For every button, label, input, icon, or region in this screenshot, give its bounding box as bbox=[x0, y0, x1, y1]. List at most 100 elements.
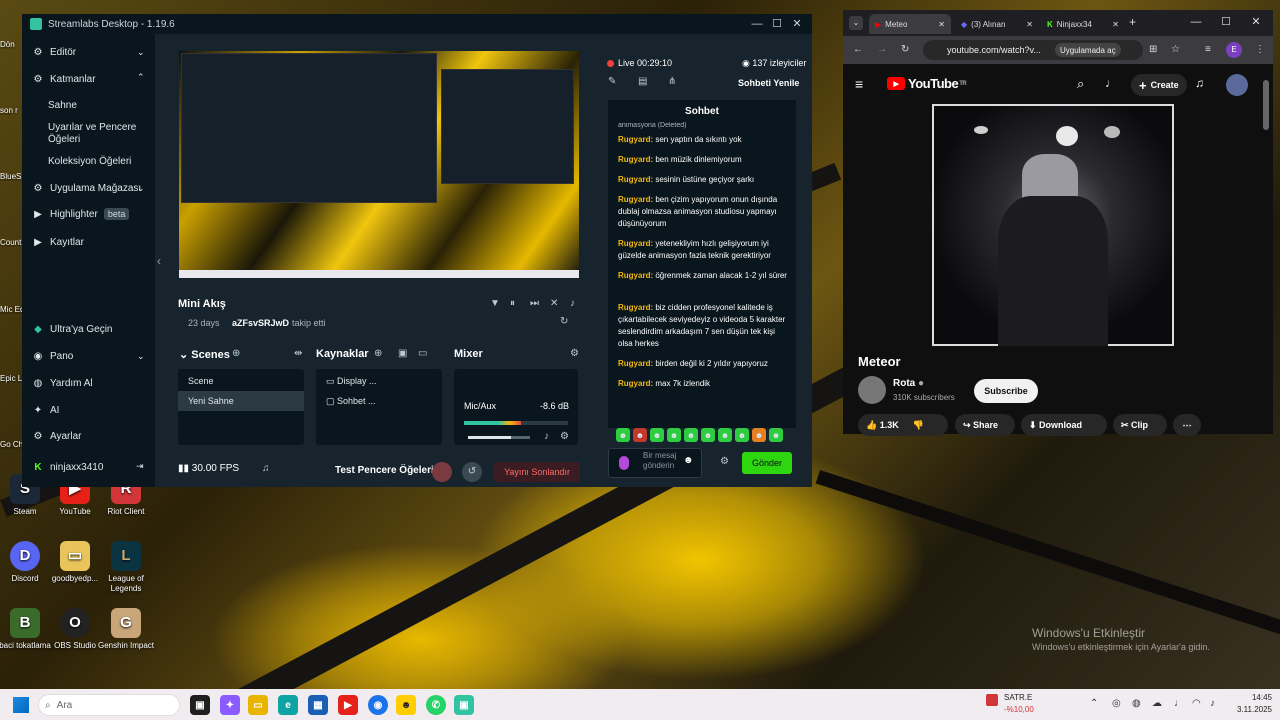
youtube-logo[interactable]: ▶ YouTube TR bbox=[887, 76, 967, 91]
sidebar-item-ultra[interactable]: ◆ Ultra'ya Geçin bbox=[32, 323, 112, 335]
tab-search-icon[interactable]: ≡ bbox=[1205, 44, 1211, 55]
sidebar-user[interactable]: Kninjaxx3410 bbox=[32, 461, 103, 473]
sidebar-item-dashboard[interactable]: ◉ Pano bbox=[32, 350, 74, 362]
stats-icon[interactable]: ▮▮ bbox=[178, 463, 192, 474]
start-button[interactable] bbox=[13, 697, 29, 713]
new-tab-icon[interactable]: + bbox=[1129, 15, 1136, 29]
desktop-icon-genshin[interactable]: G Genshin Impact bbox=[94, 608, 158, 651]
sidebar-item-ai[interactable]: ✦ AI bbox=[32, 404, 60, 416]
volume-slider[interactable] bbox=[468, 436, 530, 439]
close-button[interactable]: ✕ bbox=[788, 16, 806, 32]
desktop-icon-label[interactable]: Count bbox=[0, 238, 24, 247]
cloud-icon[interactable]: ☁ bbox=[1152, 698, 1162, 709]
desktop-icon-label[interactable]: Epic Laun bbox=[0, 374, 24, 383]
desktop-icon-label[interactable]: BlueS bbox=[0, 172, 24, 181]
chevron-up-icon[interactable]: ⌃ bbox=[137, 72, 145, 83]
mute-alerts-icon[interactable]: ✕ bbox=[550, 298, 558, 309]
hamburger-icon[interactable]: ≡ bbox=[855, 76, 863, 92]
streamlabs-icon[interactable]: ▣ bbox=[454, 695, 474, 715]
sidebar-item-help[interactable]: ◍ Yardım Al bbox=[32, 377, 93, 389]
more-actions-button[interactable]: ⋯ bbox=[1173, 414, 1201, 436]
chevron-down-icon[interactable]: ⌄ bbox=[137, 183, 145, 194]
sidebar-item-settings[interactable]: ⚙ Ayarlar bbox=[32, 430, 82, 442]
collapse-left-icon[interactable]: ‹ bbox=[157, 254, 161, 268]
filter-icon[interactable]: ▼ bbox=[490, 298, 500, 309]
source-item-display[interactable]: ▭ Display ... bbox=[316, 371, 442, 391]
sidebar-item-app-store[interactable]: ⚙ Uygulama Mağazası bbox=[32, 182, 142, 194]
speaker-icon[interactable]: ♪ bbox=[544, 431, 549, 442]
add-source-icon[interactable]: ⊕ bbox=[374, 348, 382, 359]
gear-icon[interactable]: ⚙ bbox=[560, 431, 569, 442]
refresh-chat-button[interactable]: Sohbeti Yenile bbox=[738, 78, 799, 88]
tab-mail[interactable]: ◆ (3) Alınan ✕ bbox=[955, 14, 1039, 34]
whatsapp-icon[interactable]: ✆ bbox=[426, 695, 446, 715]
gear-icon[interactable]: ⚙ bbox=[570, 348, 579, 359]
maximize-button[interactable]: ☐ bbox=[1217, 14, 1235, 30]
microphone-icon[interactable]: ♩ bbox=[1105, 76, 1117, 90]
close-tab-icon[interactable]: ✕ bbox=[938, 20, 945, 29]
open-in-app-button[interactable]: Uygulamada aç bbox=[1055, 43, 1121, 57]
channel-name[interactable]: Rota ● bbox=[893, 378, 924, 389]
video-player[interactable] bbox=[932, 104, 1174, 346]
transition-icon[interactable]: ⇹ bbox=[294, 348, 302, 359]
edit-icon[interactable]: ✎ bbox=[608, 76, 616, 87]
reload-icon[interactable]: ↻ bbox=[901, 44, 909, 55]
microphone-icon[interactable]: ♩ bbox=[1174, 698, 1184, 709]
share-icon[interactable]: ⋔ bbox=[668, 76, 676, 87]
emote-icon[interactable]: ☻ bbox=[718, 428, 732, 442]
sidebar-item-highlighter[interactable]: ▶ Highlighter beta bbox=[32, 208, 130, 220]
tray-app-icon[interactable]: ◍ bbox=[1132, 698, 1141, 709]
desktop-icon-label[interactable]: Go Chr bbox=[0, 440, 24, 449]
minimize-button[interactable]: — bbox=[748, 16, 766, 32]
tab-search-icon[interactable]: ⌄ bbox=[849, 16, 863, 30]
chrome-icon[interactable]: ◉ bbox=[368, 695, 388, 715]
logout-icon[interactable]: ⇥ bbox=[136, 461, 144, 472]
volume-icon[interactable]: ♪ bbox=[1210, 698, 1215, 709]
clip-button[interactable]: ✂ Clip bbox=[1113, 414, 1167, 436]
scrollbar[interactable] bbox=[1263, 80, 1269, 130]
translate-icon[interactable]: ⊞ bbox=[1149, 44, 1157, 55]
end-stream-button[interactable]: Yayını Sonlandır bbox=[494, 462, 580, 482]
like-dislike-button[interactable]: 👍 1.3K 👎 bbox=[858, 414, 948, 436]
chevron-down-icon[interactable]: ⌄ bbox=[137, 351, 145, 362]
close-button[interactable]: ✕ bbox=[1247, 14, 1265, 30]
volume-icon[interactable]: ♪ bbox=[570, 298, 575, 309]
taskbar-search[interactable]: ⌕ Ara bbox=[38, 694, 180, 716]
pause-icon[interactable]: ⏸ bbox=[510, 298, 515, 309]
emote-icon[interactable]: ☻ bbox=[701, 428, 715, 442]
stock-alert-icon[interactable] bbox=[986, 694, 998, 706]
scene-item-selected[interactable]: Yeni Sahne bbox=[178, 391, 304, 411]
emote-icon[interactable]: ☻ bbox=[769, 428, 783, 442]
sidebar-item-layers[interactable]: ⚙ Katmanlar bbox=[32, 73, 96, 85]
sidebar-subitem-alerts[interactable]: Uyarılar ve Pencere Öğeleri bbox=[48, 122, 138, 146]
record-button[interactable] bbox=[432, 462, 452, 482]
minimize-button[interactable]: — bbox=[1187, 14, 1205, 30]
tray-expand-icon[interactable]: ⌃ bbox=[1090, 698, 1098, 709]
emote-icon[interactable]: ☻ bbox=[616, 428, 630, 442]
sidebar-subitem-collection[interactable]: Koleksiyon Öğeleri bbox=[48, 156, 131, 168]
folder-icon[interactable]: ▤ bbox=[638, 76, 647, 87]
chevron-down-icon[interactable]: ⌄ bbox=[137, 47, 145, 58]
add-scene-icon[interactable]: ⊕ bbox=[232, 348, 240, 359]
close-tab-icon[interactable]: ✕ bbox=[1026, 20, 1033, 29]
snapchat-icon[interactable]: ☻ bbox=[396, 695, 416, 715]
replay-button[interactable]: ↺ bbox=[462, 462, 482, 482]
chat-input[interactable]: Bir mesaj gönderin ☻ bbox=[608, 448, 702, 478]
copilot-icon[interactable]: ✦ bbox=[220, 695, 240, 715]
sidebar-subitem-scene[interactable]: Sahne bbox=[48, 100, 77, 112]
back-icon[interactable]: ← bbox=[853, 44, 863, 55]
notifications-icon[interactable]: ♫ bbox=[1195, 76, 1204, 90]
maximize-button[interactable]: ☐ bbox=[768, 16, 786, 32]
skip-icon[interactable]: ⏭ bbox=[530, 298, 539, 309]
forward-icon[interactable]: → bbox=[877, 44, 887, 55]
emote-icon[interactable]: ☻ bbox=[633, 428, 647, 442]
search-icon[interactable]: ⌕ bbox=[1077, 76, 1084, 92]
refresh-icon[interactable]: ↻ bbox=[560, 316, 568, 327]
youtube-icon[interactable]: ▶ bbox=[338, 695, 358, 715]
download-button[interactable]: ⬇ Download bbox=[1021, 414, 1107, 436]
star-icon[interactable]: ☆ bbox=[1171, 44, 1180, 55]
emote-icon[interactable]: ☻ bbox=[667, 428, 681, 442]
bell-icon[interactable]: ♫ bbox=[262, 463, 270, 474]
task-view-icon[interactable]: ▣ bbox=[190, 695, 210, 715]
emote-icon[interactable]: ☻ bbox=[650, 428, 664, 442]
